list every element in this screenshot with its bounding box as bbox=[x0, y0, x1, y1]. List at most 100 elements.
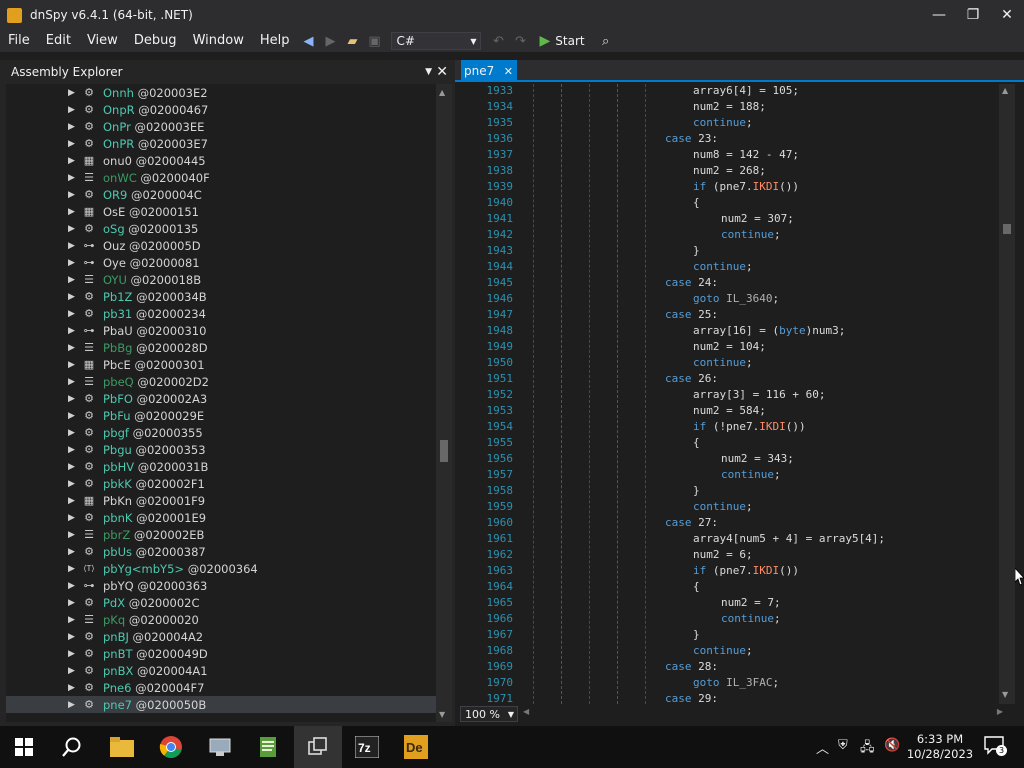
expand-arrow-icon[interactable]: ▶ bbox=[68, 139, 75, 149]
tree-node[interactable]: ▶ ⚙ pbUs @02000387 bbox=[6, 543, 436, 560]
expand-arrow-icon[interactable]: ▶ bbox=[68, 615, 75, 625]
menu-help[interactable]: Help bbox=[252, 30, 298, 52]
tree-node[interactable]: ▶ ⊶ Ouz @0200005D bbox=[6, 237, 436, 254]
tree-node[interactable]: ▶ ⚙ OR9 @0200004C bbox=[6, 186, 436, 203]
notifications-button[interactable]: 3 bbox=[984, 736, 1007, 756]
expand-arrow-icon[interactable]: ▶ bbox=[68, 598, 75, 608]
expand-arrow-icon[interactable]: ▶ bbox=[68, 428, 75, 438]
expand-arrow-icon[interactable]: ▶ bbox=[68, 258, 75, 268]
tree-node[interactable]: ▶ ⚙ pb31 @02000234 bbox=[6, 305, 436, 322]
redo-icon[interactable]: ↷ bbox=[509, 30, 531, 52]
tree-node[interactable]: ▶ ⊶ Oye @02000081 bbox=[6, 254, 436, 271]
undo-icon[interactable]: ↶ bbox=[487, 30, 509, 52]
scroll-up-icon[interactable]: ▲ bbox=[1002, 86, 1008, 95]
expand-arrow-icon[interactable]: ▶ bbox=[68, 377, 75, 387]
tree-scrollbar[interactable]: ▲ ▼ bbox=[436, 84, 452, 722]
expand-arrow-icon[interactable]: ▶ bbox=[68, 445, 75, 455]
close-panel-icon[interactable]: ✕ bbox=[436, 64, 448, 80]
tree-node[interactable]: ▶ ⚙ OnPR @020003E7 bbox=[6, 135, 436, 152]
scroll-thumb[interactable] bbox=[440, 440, 448, 462]
expand-arrow-icon[interactable]: ▶ bbox=[68, 394, 75, 404]
tree-node[interactable]: ▶ ▦ OsE @02000151 bbox=[6, 203, 436, 220]
security-icon[interactable]: ⛨ bbox=[838, 738, 848, 753]
expand-arrow-icon[interactable]: ▶ bbox=[68, 564, 75, 574]
tree-node[interactable]: ▶ ⚙ PdX @0200002C bbox=[6, 594, 436, 611]
menu-window[interactable]: Window bbox=[185, 30, 252, 52]
expand-arrow-icon[interactable]: ▶ bbox=[68, 156, 75, 166]
expand-arrow-icon[interactable]: ▶ bbox=[68, 411, 75, 421]
expand-arrow-icon[interactable]: ▶ bbox=[68, 105, 75, 115]
forward-icon[interactable]: ▶ bbox=[319, 30, 341, 52]
tree-node[interactable]: ▶ ⚙ pbnK @020001E9 bbox=[6, 509, 436, 526]
chrome-icon[interactable] bbox=[147, 726, 195, 768]
menu-file[interactable]: File bbox=[0, 30, 38, 52]
tree-node[interactable]: ▶ ▦ PbcE @02000301 bbox=[6, 356, 436, 373]
tree-node[interactable]: ▶ ⊶ pbYQ @02000363 bbox=[6, 577, 436, 594]
tree-node[interactable]: ▶ ☰ OYU @0200018B bbox=[6, 271, 436, 288]
tree-node[interactable]: ▶ ⚙ Pbgu @02000353 bbox=[6, 441, 436, 458]
scroll-left-icon[interactable]: ◀ bbox=[523, 707, 529, 716]
close-tab-icon[interactable]: ✕ bbox=[504, 65, 513, 78]
menu-debug[interactable]: Debug bbox=[126, 30, 185, 52]
tree-node[interactable]: ▶ ⊶ PbaU @02000310 bbox=[6, 322, 436, 339]
expand-arrow-icon[interactable]: ▶ bbox=[68, 513, 75, 523]
tray-expand-icon[interactable]: ︿ bbox=[816, 738, 829, 757]
tree-node[interactable]: ▶ ⚙ pbHV @0200031B bbox=[6, 458, 436, 475]
tree-node[interactable]: ▶ ⚙ PbFu @0200029E bbox=[6, 407, 436, 424]
expand-arrow-icon[interactable]: ▶ bbox=[68, 275, 75, 285]
scroll-thumb[interactable] bbox=[1003, 224, 1011, 234]
dnspy-icon[interactable]: De bbox=[392, 726, 440, 768]
expand-arrow-icon[interactable]: ▶ bbox=[68, 122, 75, 132]
expand-arrow-icon[interactable]: ▶ bbox=[68, 547, 75, 557]
tree-node[interactable]: ▶ ☰ pbrZ @020002EB bbox=[6, 526, 436, 543]
open-folder-icon[interactable]: ▰ bbox=[341, 30, 363, 52]
expand-arrow-icon[interactable]: ▶ bbox=[68, 190, 75, 200]
scroll-right-icon[interactable]: ▶ bbox=[997, 707, 1003, 716]
file-explorer-icon[interactable] bbox=[98, 726, 146, 768]
expand-arrow-icon[interactable]: ▶ bbox=[68, 649, 75, 659]
expand-arrow-icon[interactable]: ▶ bbox=[68, 173, 75, 183]
tree-node[interactable]: ▶ ▦ PbKn @020001F9 bbox=[6, 492, 436, 509]
minimize-button[interactable]: — bbox=[922, 0, 956, 30]
expand-arrow-icon[interactable]: ▶ bbox=[68, 241, 75, 251]
scroll-up-icon[interactable]: ▲ bbox=[439, 88, 445, 97]
expand-arrow-icon[interactable]: ▶ bbox=[68, 581, 75, 591]
tree-node[interactable]: ▶ ⟨T⟩ pbYg<mbY5> @02000364 bbox=[6, 560, 436, 577]
tree-node[interactable]: ▶ ⚙ oSg @02000135 bbox=[6, 220, 436, 237]
tree-node[interactable]: ▶ ⚙ OnPr @020003EE bbox=[6, 118, 436, 135]
expand-arrow-icon[interactable]: ▶ bbox=[68, 224, 75, 234]
panel-menu-icon[interactable]: ▼ bbox=[425, 67, 432, 77]
zoom-select[interactable]: 100 % ▼ bbox=[460, 706, 518, 722]
scroll-down-icon[interactable]: ▼ bbox=[1002, 690, 1008, 699]
notepad-icon[interactable] bbox=[245, 726, 293, 768]
expand-arrow-icon[interactable]: ▶ bbox=[68, 632, 75, 642]
expand-arrow-icon[interactable]: ▶ bbox=[68, 496, 75, 506]
tree-node[interactable]: ▶ ⚙ pnBJ @020004A2 bbox=[6, 628, 436, 645]
tree-node[interactable]: ▶ ⚙ pbgf @02000355 bbox=[6, 424, 436, 441]
expand-arrow-icon[interactable]: ▶ bbox=[68, 530, 75, 540]
menu-view[interactable]: View bbox=[79, 30, 126, 52]
horizontal-scrollbar[interactable]: ◀ ▶ bbox=[523, 707, 1003, 718]
tree-node[interactable]: ▶ ☰ PbBg @0200028D bbox=[6, 339, 436, 356]
tree-node[interactable]: ▶ ⚙ Pne6 @020004F7 bbox=[6, 679, 436, 696]
tree-node[interactable]: ▶ ⚙ pnBT @0200049D bbox=[6, 645, 436, 662]
expand-arrow-icon[interactable]: ▶ bbox=[68, 309, 75, 319]
expand-arrow-icon[interactable]: ▶ bbox=[68, 326, 75, 336]
volume-muted-icon[interactable]: 🔇 bbox=[884, 738, 900, 753]
close-window-button[interactable]: ✕ bbox=[990, 0, 1024, 30]
expand-arrow-icon[interactable]: ▶ bbox=[68, 683, 75, 693]
windows-start-button[interactable] bbox=[0, 726, 48, 768]
expand-arrow-icon[interactable]: ▶ bbox=[68, 700, 75, 710]
tree-node[interactable]: ▶ ⚙ Onnh @020003E2 bbox=[6, 84, 436, 101]
taskbar-search-icon[interactable] bbox=[48, 726, 96, 768]
code-scrollbar[interactable]: ▲ ▼ bbox=[999, 84, 1015, 704]
tree-node[interactable]: ▶ ☰ pKq @02000020 bbox=[6, 611, 436, 628]
language-select[interactable]: C# ▼ bbox=[391, 32, 482, 50]
start-button[interactable]: ▶ Start bbox=[539, 33, 584, 49]
tree-node[interactable]: ▶ ⚙ pnBX @020004A1 bbox=[6, 662, 436, 679]
expand-arrow-icon[interactable]: ▶ bbox=[68, 343, 75, 353]
restore-button[interactable]: ❐ bbox=[956, 0, 990, 30]
code-view[interactable]: 1933 array6[4] = 105; 1934 num2 = 188; 1935 c… bbox=[465, 84, 999, 704]
tree-node[interactable]: ▶ ⚙ pne7 @0200050B bbox=[6, 696, 436, 713]
tree-node[interactable]: ▶ ☰ onWC @0200040F bbox=[6, 169, 436, 186]
